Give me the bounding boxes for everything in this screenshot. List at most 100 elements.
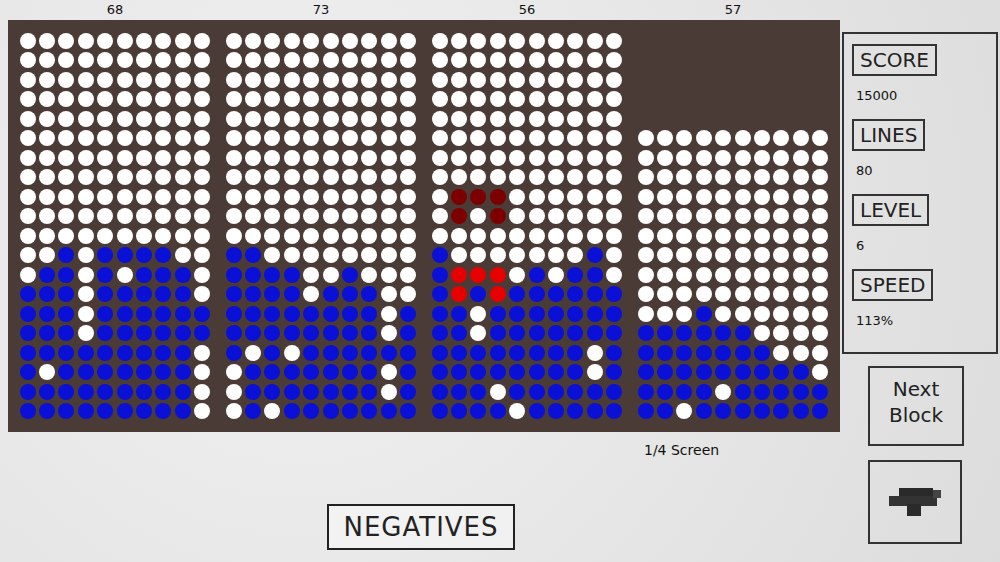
board-cell — [76, 246, 95, 266]
board-cell — [37, 90, 56, 110]
board-cell — [321, 363, 340, 383]
board-cell — [154, 304, 173, 324]
board-cell — [488, 168, 507, 188]
board-cell — [566, 90, 585, 110]
board-cell — [57, 70, 76, 90]
board-cell — [527, 90, 546, 110]
board-cell — [360, 382, 379, 402]
board-cell — [340, 70, 359, 90]
board-cell — [636, 187, 655, 207]
board-cell — [173, 70, 192, 90]
board-cell — [655, 226, 674, 246]
board-cell — [224, 207, 243, 227]
board-cell — [449, 246, 468, 266]
mode-button[interactable]: NEGATIVES — [327, 504, 514, 550]
board-cell — [37, 363, 56, 383]
board-cell — [340, 207, 359, 227]
board-cell — [243, 246, 262, 266]
board-cell — [508, 343, 527, 363]
board-cell — [193, 207, 212, 227]
board-cell — [546, 265, 565, 285]
board-cell — [527, 265, 546, 285]
board-cell — [430, 246, 449, 266]
board-cell — [193, 31, 212, 51]
board-cell — [379, 187, 398, 207]
board-cell — [605, 187, 624, 207]
board-cell — [302, 226, 321, 246]
board-cell — [636, 168, 655, 188]
board-cell — [527, 324, 546, 344]
board-cell — [605, 226, 624, 246]
board-cell — [469, 226, 488, 246]
board-cell — [18, 265, 37, 285]
board-cell — [224, 90, 243, 110]
board-cell — [714, 363, 733, 383]
board-cell — [636, 226, 655, 246]
board-cell — [811, 226, 830, 246]
board-cell — [340, 343, 359, 363]
board-cell — [508, 148, 527, 168]
board-cell — [636, 129, 655, 149]
board-cell — [243, 109, 262, 129]
board-cell — [321, 402, 340, 422]
board-cell — [791, 31, 810, 51]
board-cell — [115, 226, 134, 246]
board-cell — [76, 363, 95, 383]
board-cell — [379, 285, 398, 305]
board-cell — [134, 343, 153, 363]
board-cell — [360, 285, 379, 305]
board-cell — [508, 246, 527, 266]
board-cell — [772, 246, 791, 266]
board-cell — [321, 70, 340, 90]
board-cell — [321, 265, 340, 285]
board-cell — [566, 402, 585, 422]
game-board — [224, 31, 418, 421]
board-cell — [636, 109, 655, 129]
board-cell — [469, 265, 488, 285]
board-cell — [282, 168, 301, 188]
board-cell — [193, 90, 212, 110]
board-cell — [714, 70, 733, 90]
board-cell — [57, 382, 76, 402]
board-cell — [733, 265, 752, 285]
board-cell — [302, 109, 321, 129]
board-cell — [508, 168, 527, 188]
board-cell — [449, 265, 468, 285]
board-cell — [675, 31, 694, 51]
board-score: 73 — [224, 0, 418, 20]
board-cell — [811, 324, 830, 344]
board-cell — [115, 343, 134, 363]
board-cell — [655, 109, 674, 129]
board-cell — [636, 402, 655, 422]
board-cell — [154, 90, 173, 110]
board-cell — [566, 129, 585, 149]
board-cell — [76, 226, 95, 246]
board-cell — [585, 109, 604, 129]
board-cell — [173, 226, 192, 246]
game-board — [18, 31, 212, 421]
board-cell — [399, 70, 418, 90]
board-cell — [340, 324, 359, 344]
board-cell — [340, 31, 359, 51]
board-cell — [37, 324, 56, 344]
board-cell — [772, 382, 791, 402]
board-cell — [566, 148, 585, 168]
board-cell — [154, 343, 173, 363]
board-cell — [154, 363, 173, 383]
board-cell — [134, 31, 153, 51]
board-cell — [224, 148, 243, 168]
board-cell — [585, 363, 604, 383]
board-cell — [282, 109, 301, 129]
board-cell — [399, 402, 418, 422]
board-cell — [321, 343, 340, 363]
board-cell — [263, 246, 282, 266]
board-cell — [733, 31, 752, 51]
board-cell — [243, 207, 262, 227]
board-cell — [655, 129, 674, 149]
board-cell — [76, 90, 95, 110]
board-cell — [134, 363, 153, 383]
board-cell — [302, 363, 321, 383]
board-cell — [37, 109, 56, 129]
board-cell — [488, 226, 507, 246]
board-cell — [772, 90, 791, 110]
